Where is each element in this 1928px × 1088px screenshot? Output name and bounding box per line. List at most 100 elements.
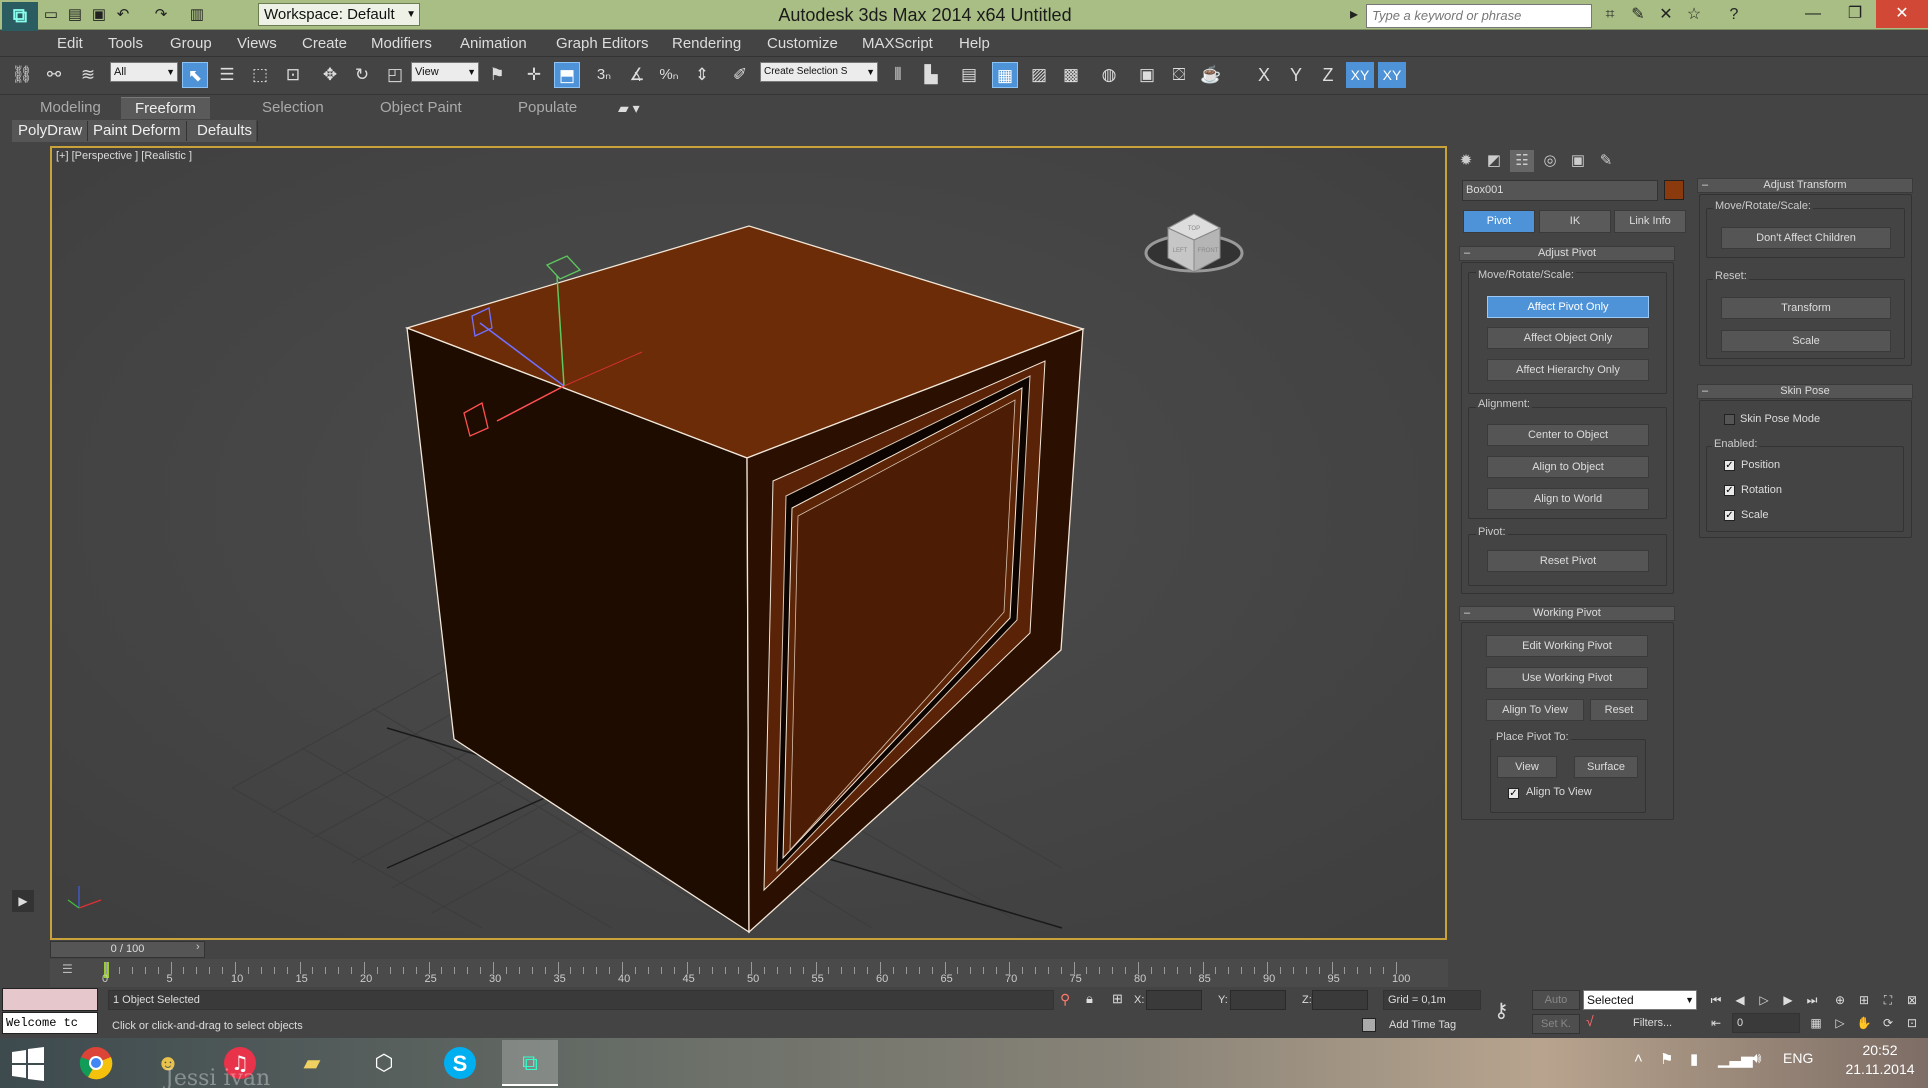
align-to-view-button[interactable]: Align To View [1486, 699, 1584, 721]
key-mode-icon[interactable]: √ [1586, 1013, 1594, 1029]
pan-view-icon[interactable]: ✋ [1854, 1013, 1874, 1033]
percent-snap-icon[interactable]: %ₙ [656, 62, 682, 88]
zoom-all-icon[interactable]: ⊞ [1854, 990, 1874, 1010]
set-key-button[interactable]: Set K. [1532, 1014, 1580, 1034]
rotate-icon[interactable]: ↻ [349, 62, 375, 88]
use-working-pivot-button[interactable]: Use Working Pivot [1486, 667, 1648, 689]
key-filters-button[interactable]: Filters... [1633, 1017, 1672, 1029]
rect-selection-icon[interactable]: ⬚ [247, 62, 273, 88]
window-crossing-icon[interactable]: ⊡ [280, 62, 306, 88]
menu-customize[interactable]: Customize [767, 31, 838, 57]
orbit-icon[interactable]: ⟳ [1878, 1013, 1898, 1033]
menu-group[interactable]: Group [170, 31, 212, 57]
select-by-name-icon[interactable]: ☰ [214, 62, 240, 88]
restrict-plane-cycle-button[interactable]: XY [1378, 62, 1406, 88]
save-file-icon[interactable]: ▣ [88, 4, 110, 26]
selection-filter-dropdown[interactable]: All ▼ [110, 62, 178, 82]
skype-icon[interactable]: S [432, 1040, 488, 1086]
align-to-world-button[interactable]: Align to World [1487, 488, 1649, 510]
adjust-pivot-rollout-header[interactable]: – Adjust Pivot [1459, 246, 1675, 261]
skin-pose-mode-checkbox[interactable] [1724, 414, 1735, 425]
help-icon[interactable]: ? [1722, 4, 1746, 26]
app-menu-button[interactable]: ⧉ [2, 2, 38, 32]
link-icon[interactable]: ⛓ [9, 62, 35, 88]
isolate-selection-icon[interactable]: ⚲ [1060, 991, 1070, 1008]
bind-space-warp-icon[interactable]: ≋ [75, 62, 101, 88]
render-production-icon[interactable]: ☕ [1198, 62, 1224, 88]
affect-pivot-only-button[interactable]: Affect Pivot Only [1487, 296, 1649, 318]
material-editor-icon[interactable]: ◍ [1096, 62, 1122, 88]
reset-transform-button[interactable]: Transform [1721, 297, 1891, 319]
key-filter-dropdown[interactable]: Selected ▼ [1583, 990, 1697, 1010]
display-tab-icon[interactable]: ▣ [1566, 150, 1590, 172]
menu-create[interactable]: Create [302, 31, 347, 57]
subscription-icon[interactable]: ✎ [1626, 4, 1650, 26]
menu-tools[interactable]: Tools [108, 31, 143, 57]
open-file-icon[interactable]: ▤ [64, 4, 86, 26]
add-time-tag[interactable]: Add Time Tag [1389, 1019, 1456, 1031]
z-coord-field[interactable] [1312, 990, 1368, 1010]
set-key-icon[interactable]: ⚷ [1494, 998, 1509, 1023]
action-center-flag-icon[interactable]: ⚑ [1660, 1050, 1673, 1068]
search-input[interactable]: Type a keyword or phrase [1366, 4, 1592, 28]
ik-tab-button[interactable]: IK [1539, 210, 1611, 233]
align-to-object-button[interactable]: Align to Object [1487, 456, 1649, 478]
skin-pose-rotation-checkbox[interactable]: ✓ [1724, 485, 1735, 496]
skin-pose-position-checkbox[interactable]: ✓ [1724, 460, 1735, 471]
maxscript-listener-top[interactable] [2, 988, 98, 1011]
create-tab-icon[interactable]: ✹ [1454, 150, 1478, 172]
adjust-transform-rollout-header[interactable]: – Adjust Transform [1697, 178, 1913, 193]
ref-coord-dropdown[interactable]: View ▼ [411, 62, 479, 82]
key-mode-toggle-icon[interactable]: ⇤ [1706, 1013, 1726, 1033]
communication-icon[interactable]: ✕ [1654, 4, 1678, 26]
affect-hierarchy-only-button[interactable]: Affect Hierarchy Only [1487, 359, 1649, 381]
play-triangle-icon[interactable]: ▶ [12, 890, 34, 912]
keyboard-shortcut-icon[interactable]: ⬒ [554, 62, 580, 88]
tab-freeform[interactable]: Freeform [121, 97, 210, 119]
motion-tab-icon[interactable]: ◎ [1538, 150, 1562, 172]
next-frame-icon[interactable]: ▶ [1778, 990, 1798, 1010]
curve-editor-icon[interactable]: ▨ [1026, 62, 1052, 88]
edit-working-pivot-button[interactable]: Edit Working Pivot [1486, 635, 1648, 657]
project-folder-icon[interactable]: ▥ [186, 4, 208, 26]
mini-curve-editor-icon[interactable]: ☰ [62, 962, 82, 978]
chrome-icon[interactable] [68, 1040, 124, 1086]
x-coord-field[interactable] [1146, 990, 1202, 1010]
working-pivot-rollout-header[interactable]: – Working Pivot [1459, 606, 1675, 621]
field-of-view-icon[interactable]: ▷ [1830, 1013, 1850, 1033]
tab-object-paint[interactable]: Object Paint [380, 97, 462, 119]
menu-rendering[interactable]: Rendering [672, 31, 741, 57]
pivot-center-icon[interactable]: ⚑ [484, 62, 510, 88]
panel-paint-deform[interactable]: Paint Deform [88, 121, 187, 141]
move-icon[interactable]: ✥ [317, 62, 343, 88]
graphite-toolbar-icon[interactable]: ▦ [992, 62, 1018, 88]
snaps-toggle-icon[interactable]: 3ₙ [591, 62, 617, 88]
zoom-icon[interactable]: ⊕ [1830, 990, 1850, 1010]
dont-affect-children-button[interactable]: Don't Affect Children [1721, 227, 1891, 249]
menu-graph-editors[interactable]: Graph Editors [556, 31, 649, 57]
ribbon-options-icon[interactable]: ▰ ▾ [618, 97, 640, 119]
selection-lock-icon[interactable]: 🔒︎ [1086, 991, 1093, 1007]
manipulate-icon[interactable]: ✛ [521, 62, 547, 88]
angle-snap-icon[interactable]: ∡ [624, 62, 650, 88]
zoom-extents-icon[interactable]: ⛶ [1878, 990, 1898, 1010]
windows-start-icon[interactable] [10, 1046, 46, 1082]
maximize-button[interactable]: ❐ [1834, 0, 1876, 28]
select-object-icon[interactable]: ⬉ [182, 62, 208, 88]
affect-object-only-button[interactable]: Affect Object Only [1487, 327, 1649, 349]
reset-pivot-button[interactable]: Reset Pivot [1487, 550, 1649, 572]
hierarchy-tab-icon[interactable]: ☷ [1510, 150, 1534, 172]
tab-selection[interactable]: Selection [262, 97, 324, 119]
go-to-start-icon[interactable]: ⏮ [1706, 990, 1726, 1010]
system-clock[interactable]: 20:52 21.11.2014 [1840, 1040, 1920, 1086]
minimize-button[interactable]: — [1792, 0, 1834, 28]
new-file-icon[interactable]: ▭ [40, 4, 62, 26]
menu-animation[interactable]: Animation [460, 31, 527, 57]
language-indicator[interactable]: ENG [1783, 1050, 1813, 1066]
align-icon[interactable]: ▙ [918, 62, 944, 88]
tray-chevron-icon[interactable]: ˄ [1634, 1050, 1643, 1067]
tab-modeling[interactable]: Modeling [40, 97, 101, 119]
workspace-dropdown[interactable]: Workspace: Default ▼ [258, 3, 420, 26]
restrict-xy-button[interactable]: XY [1346, 62, 1374, 88]
time-slider[interactable]: 0 / 100 [50, 941, 205, 958]
